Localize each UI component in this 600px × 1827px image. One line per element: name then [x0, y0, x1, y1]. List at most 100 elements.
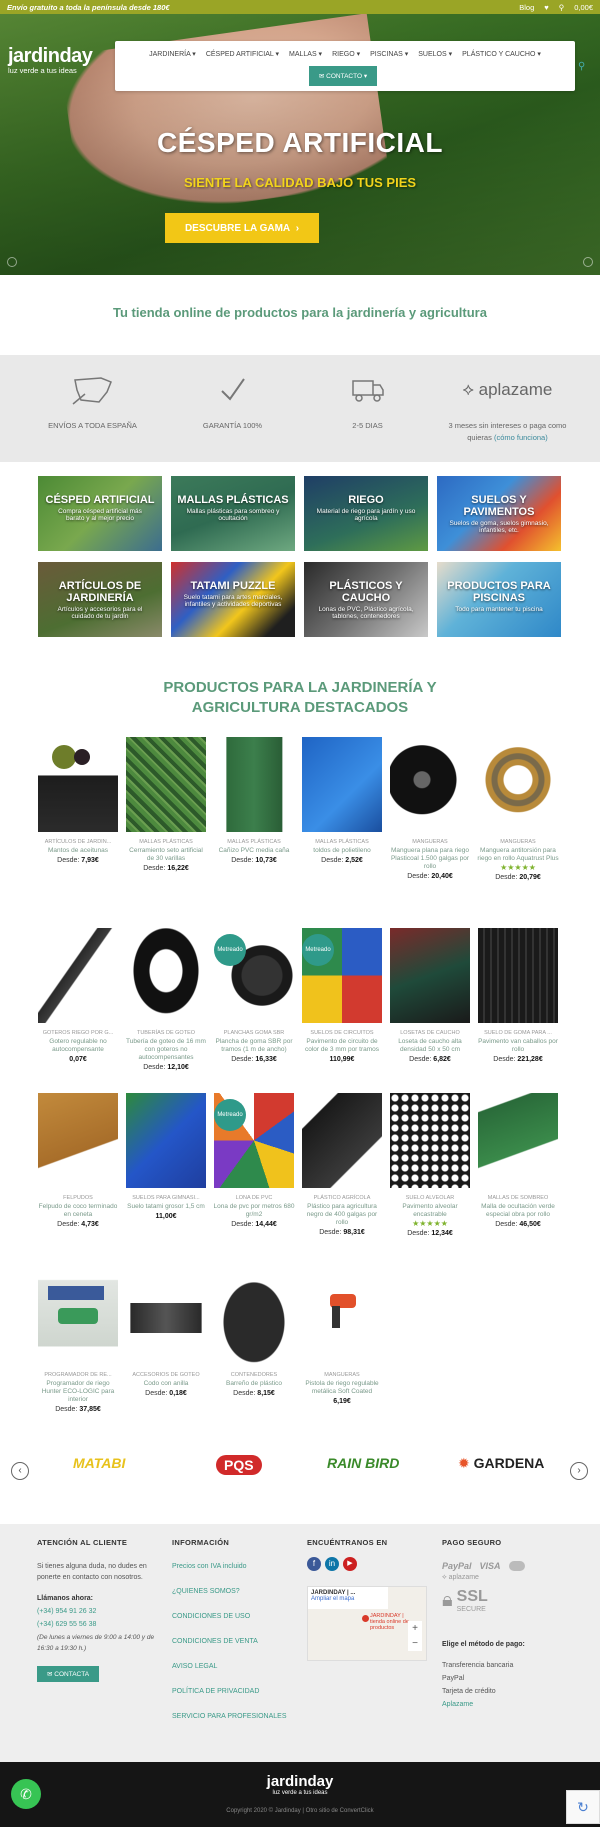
product-card[interactable]: TUBERÍAS DE GOTEO Tubería de goteo de 16 …	[125, 928, 207, 1071]
brand-prev-icon[interactable]: ‹	[11, 1462, 29, 1480]
footer-link[interactable]: CONDICIONES DE USO	[172, 1611, 302, 1622]
product-card[interactable]: PROGRAMADOR DE RE... Programador de riego…	[37, 1270, 119, 1413]
product-card[interactable]: SUELO ALVEOLAR Pavimento alveolar encastr…	[389, 1093, 471, 1237]
shipping-notice: Envío gratuito a toda la península desde…	[7, 2, 170, 12]
product-card[interactable]: ACCESORIOS DE GOTEO Codo con anilla Desde…	[125, 1270, 207, 1397]
slider-next-icon[interactable]	[583, 257, 593, 267]
heart-icon[interactable]: ♥	[544, 3, 548, 12]
cart-total[interactable]: 0,00€	[574, 3, 593, 12]
contact-button[interactable]: ✉ CONTACTO ▾	[309, 66, 377, 86]
google-map[interactable]: JARDINDAY | ... Ampliar el mapa JARDINDA…	[307, 1586, 427, 1661]
brand-logo[interactable]: PQS	[216, 1455, 262, 1475]
phone-link[interactable]: (+34) 629 55 56 38	[37, 1619, 167, 1630]
product-card[interactable]: SUELOS PARA GIMNASI... Suelo tatami groso…	[125, 1093, 207, 1220]
facebook-icon[interactable]: f	[307, 1557, 321, 1571]
top-bar: Envío gratuito a toda la península desde…	[0, 0, 600, 14]
product-card[interactable]: GOTEROS RIEGO POR G... Gotero regulable n…	[37, 928, 119, 1063]
brand-logo[interactable]: RAIN BIRD	[327, 1455, 399, 1471]
brand-logo[interactable]: MATABI	[73, 1455, 125, 1471]
footer-information: INFORMACIÓN Precios con IVA incluido ¿QU…	[172, 1538, 302, 1736]
nav-suelos[interactable]: SUELOS ▾	[418, 50, 452, 58]
product-card[interactable]: Metreado LONA DE PVC Lona de pvc por metr…	[213, 1093, 295, 1228]
brand-carousel: ‹ MATABI PQS RAIN BIRD ✹ GARDENA ›	[0, 1445, 600, 1495]
category-card[interactable]: SUELOS Y PAVIMENTOS Suelos de goma, suelo…	[437, 476, 561, 551]
metreado-badge: Metreado	[214, 1099, 246, 1131]
hero-title: CÉSPED ARTIFICIAL	[157, 127, 443, 158]
product-card[interactable]: SUELO DE GOMA PARA ... Pavimento van caba…	[477, 928, 559, 1063]
footer-link[interactable]: POLÍTICA DE PRIVACIDAD	[172, 1686, 302, 1697]
category-card[interactable]: TATAMI PUZZLE Suelo tatami para artes mar…	[171, 562, 295, 637]
footer-link[interactable]: CONDICIONES DE VENTA	[172, 1636, 302, 1647]
category-card[interactable]: CÉSPED ARTIFICIAL Compra césped artificia…	[38, 476, 162, 551]
product-card[interactable]: MALLAS PLÁSTICAS Cerramiento seto artific…	[125, 737, 207, 872]
category-card[interactable]: ARTÍCULOS DE JARDINERÍA Artículos y acces…	[38, 562, 162, 637]
rating-stars: ★★★★★	[412, 1219, 448, 1228]
linkedin-icon[interactable]: in	[325, 1557, 339, 1571]
user-icon[interactable]: ⚲	[559, 3, 565, 12]
footer-find-us: ENCUÉNTRANOS EN f in ▶ JARDINDAY | ... A…	[307, 1538, 437, 1661]
search-icon[interactable]: ⚲	[578, 61, 585, 72]
product-card[interactable]: PLÁSTICO AGRÍCOLA Plástico para agricultu…	[301, 1093, 383, 1236]
rating-stars: ★★★★★	[500, 863, 536, 872]
whatsapp-icon[interactable]: ✆	[11, 1779, 41, 1809]
footer-secure-payment: PAGO SEGURO PayPal VISA ⟡ aplazame 🔒︎ SS…	[442, 1538, 572, 1712]
nav-piscinas[interactable]: PISCINAS ▾	[370, 50, 408, 58]
contact-footer-button[interactable]: ✉ CONTACTA	[37, 1666, 100, 1682]
category-card[interactable]: MALLAS PLÁSTICAS Mallas plásticas para so…	[171, 476, 295, 551]
feature-aplazame: ⟡ aplazame 3 meses sin intereses o paga …	[440, 355, 575, 444]
copyright: Copyright 2020 © Jardinday | Otro sitio …	[226, 1808, 374, 1814]
slider-prev-icon[interactable]	[7, 257, 17, 267]
category-card[interactable]: PRODUCTOS PARA PISCINAS Todo para mantene…	[437, 562, 561, 637]
nav-plastico[interactable]: PLÁSTICO Y CAUCHO ▾	[462, 50, 541, 58]
product-card[interactable]: FELPUDOS Felpudo de coco terminado en cen…	[37, 1093, 119, 1228]
nav-mallas[interactable]: MALLAS ▾	[289, 50, 322, 58]
site-logo[interactable]: jardinday luz verde a tus ideas	[8, 45, 93, 75]
footer-logo[interactable]: jardinday	[0, 1773, 600, 1790]
youtube-icon[interactable]: ▶	[343, 1557, 357, 1571]
product-card[interactable]: LOSETAS DE CAUCHO Loseta de caucho alta d…	[389, 928, 471, 1063]
map-zoom-controls[interactable]: + −	[408, 1621, 422, 1651]
main-nav: JARDINERÍA ▾ CÉSPED ARTIFICIAL ▾ MALLAS …	[115, 41, 575, 91]
hero-cta-button[interactable]: DESCUBRE LA GAMA ›	[165, 213, 319, 243]
footer-link[interactable]: Precios con IVA incluido	[172, 1561, 302, 1572]
aplazame-logo: ⟡ aplazame	[462, 380, 553, 399]
paypal-logo: PayPal	[442, 1561, 472, 1571]
nav-jardineria[interactable]: JARDINERÍA ▾	[149, 50, 196, 58]
featured-title: PRODUCTOS PARA LA JARDINERÍA Y AGRICULTU…	[163, 679, 437, 716]
product-card[interactable]: Metreado SUELOS DE CIRCUITOS Pavimento de…	[301, 928, 383, 1063]
category-card[interactable]: PLÁSTICOS Y CAUCHO Lonas de PVC, Plástico…	[304, 562, 428, 637]
blog-link[interactable]: Blog	[519, 3, 534, 12]
category-card[interactable]: RIEGO Material de riego para jardín y uso…	[304, 476, 428, 551]
truck-icon	[305, 370, 430, 410]
feature-delivery: 2-5 DIAS	[305, 355, 430, 432]
hero-banner: jardinday luz verde a tus ideas JARDINER…	[0, 14, 600, 275]
product-card[interactable]: MANGUERAS Manguera plana para riego Plast…	[389, 737, 471, 880]
footer-link[interactable]: AVISO LEGAL	[172, 1661, 302, 1672]
product-card[interactable]: MANGUERAS Pistola de riego regulable metá…	[301, 1270, 383, 1405]
product-card[interactable]: Metreado PLANCHAS GOMA SBR Plancha de gom…	[213, 928, 295, 1063]
product-card[interactable]: MALLAS PLÁSTICAS toldos de polietileno De…	[301, 737, 383, 864]
nav-riego[interactable]: RIEGO ▾	[332, 50, 360, 58]
mastercard-logo	[508, 1561, 525, 1571]
product-card[interactable]: CONTENEDORES Barreño de plástico Desde: 8…	[213, 1270, 295, 1397]
map-expand-link[interactable]: Ampliar el mapa	[311, 1596, 385, 1602]
brand-next-icon[interactable]: ›	[570, 1462, 588, 1480]
phone-link[interactable]: (+34) 954 91 26 32	[37, 1606, 167, 1617]
product-card[interactable]: MALLAS DE SOMBREO Malla de ocultación ver…	[477, 1093, 559, 1228]
check-icon	[170, 370, 295, 410]
product-card[interactable]: ARTÍCULOS DE JARDIN... Mantos de aceituna…	[37, 737, 119, 864]
brand-logo[interactable]: ✹ GARDENA	[458, 1455, 544, 1472]
footer-link[interactable]: ¿QUIENES SOMOS?	[172, 1586, 302, 1597]
product-card[interactable]: MANGUERAS Manguera antitorsión para riego…	[477, 737, 559, 881]
bottom-bar: jardinday luz verde a tus ideas Copyrigh…	[0, 1762, 600, 1827]
aplazame-info-link[interactable]: (cómo funciona)	[494, 433, 548, 442]
visa-logo: VISA	[479, 1561, 501, 1571]
metreado-badge: Metreado	[214, 934, 246, 966]
recaptcha-icon: ↻	[566, 1790, 600, 1824]
footer-link[interactable]: SERVICIO PARA PROFESIONALES	[172, 1711, 302, 1722]
lock-icon: 🔒︎	[442, 1589, 453, 1611]
nav-cesped[interactable]: CÉSPED ARTIFICIAL ▾	[206, 50, 279, 58]
metreado-badge: Metreado	[302, 934, 334, 966]
hero-subtitle: SIENTE LA CALIDAD BAJO TUS PIES	[183, 175, 417, 190]
product-card[interactable]: MALLAS PLÁSTICAS Cañizo PVC media caña De…	[213, 737, 295, 864]
